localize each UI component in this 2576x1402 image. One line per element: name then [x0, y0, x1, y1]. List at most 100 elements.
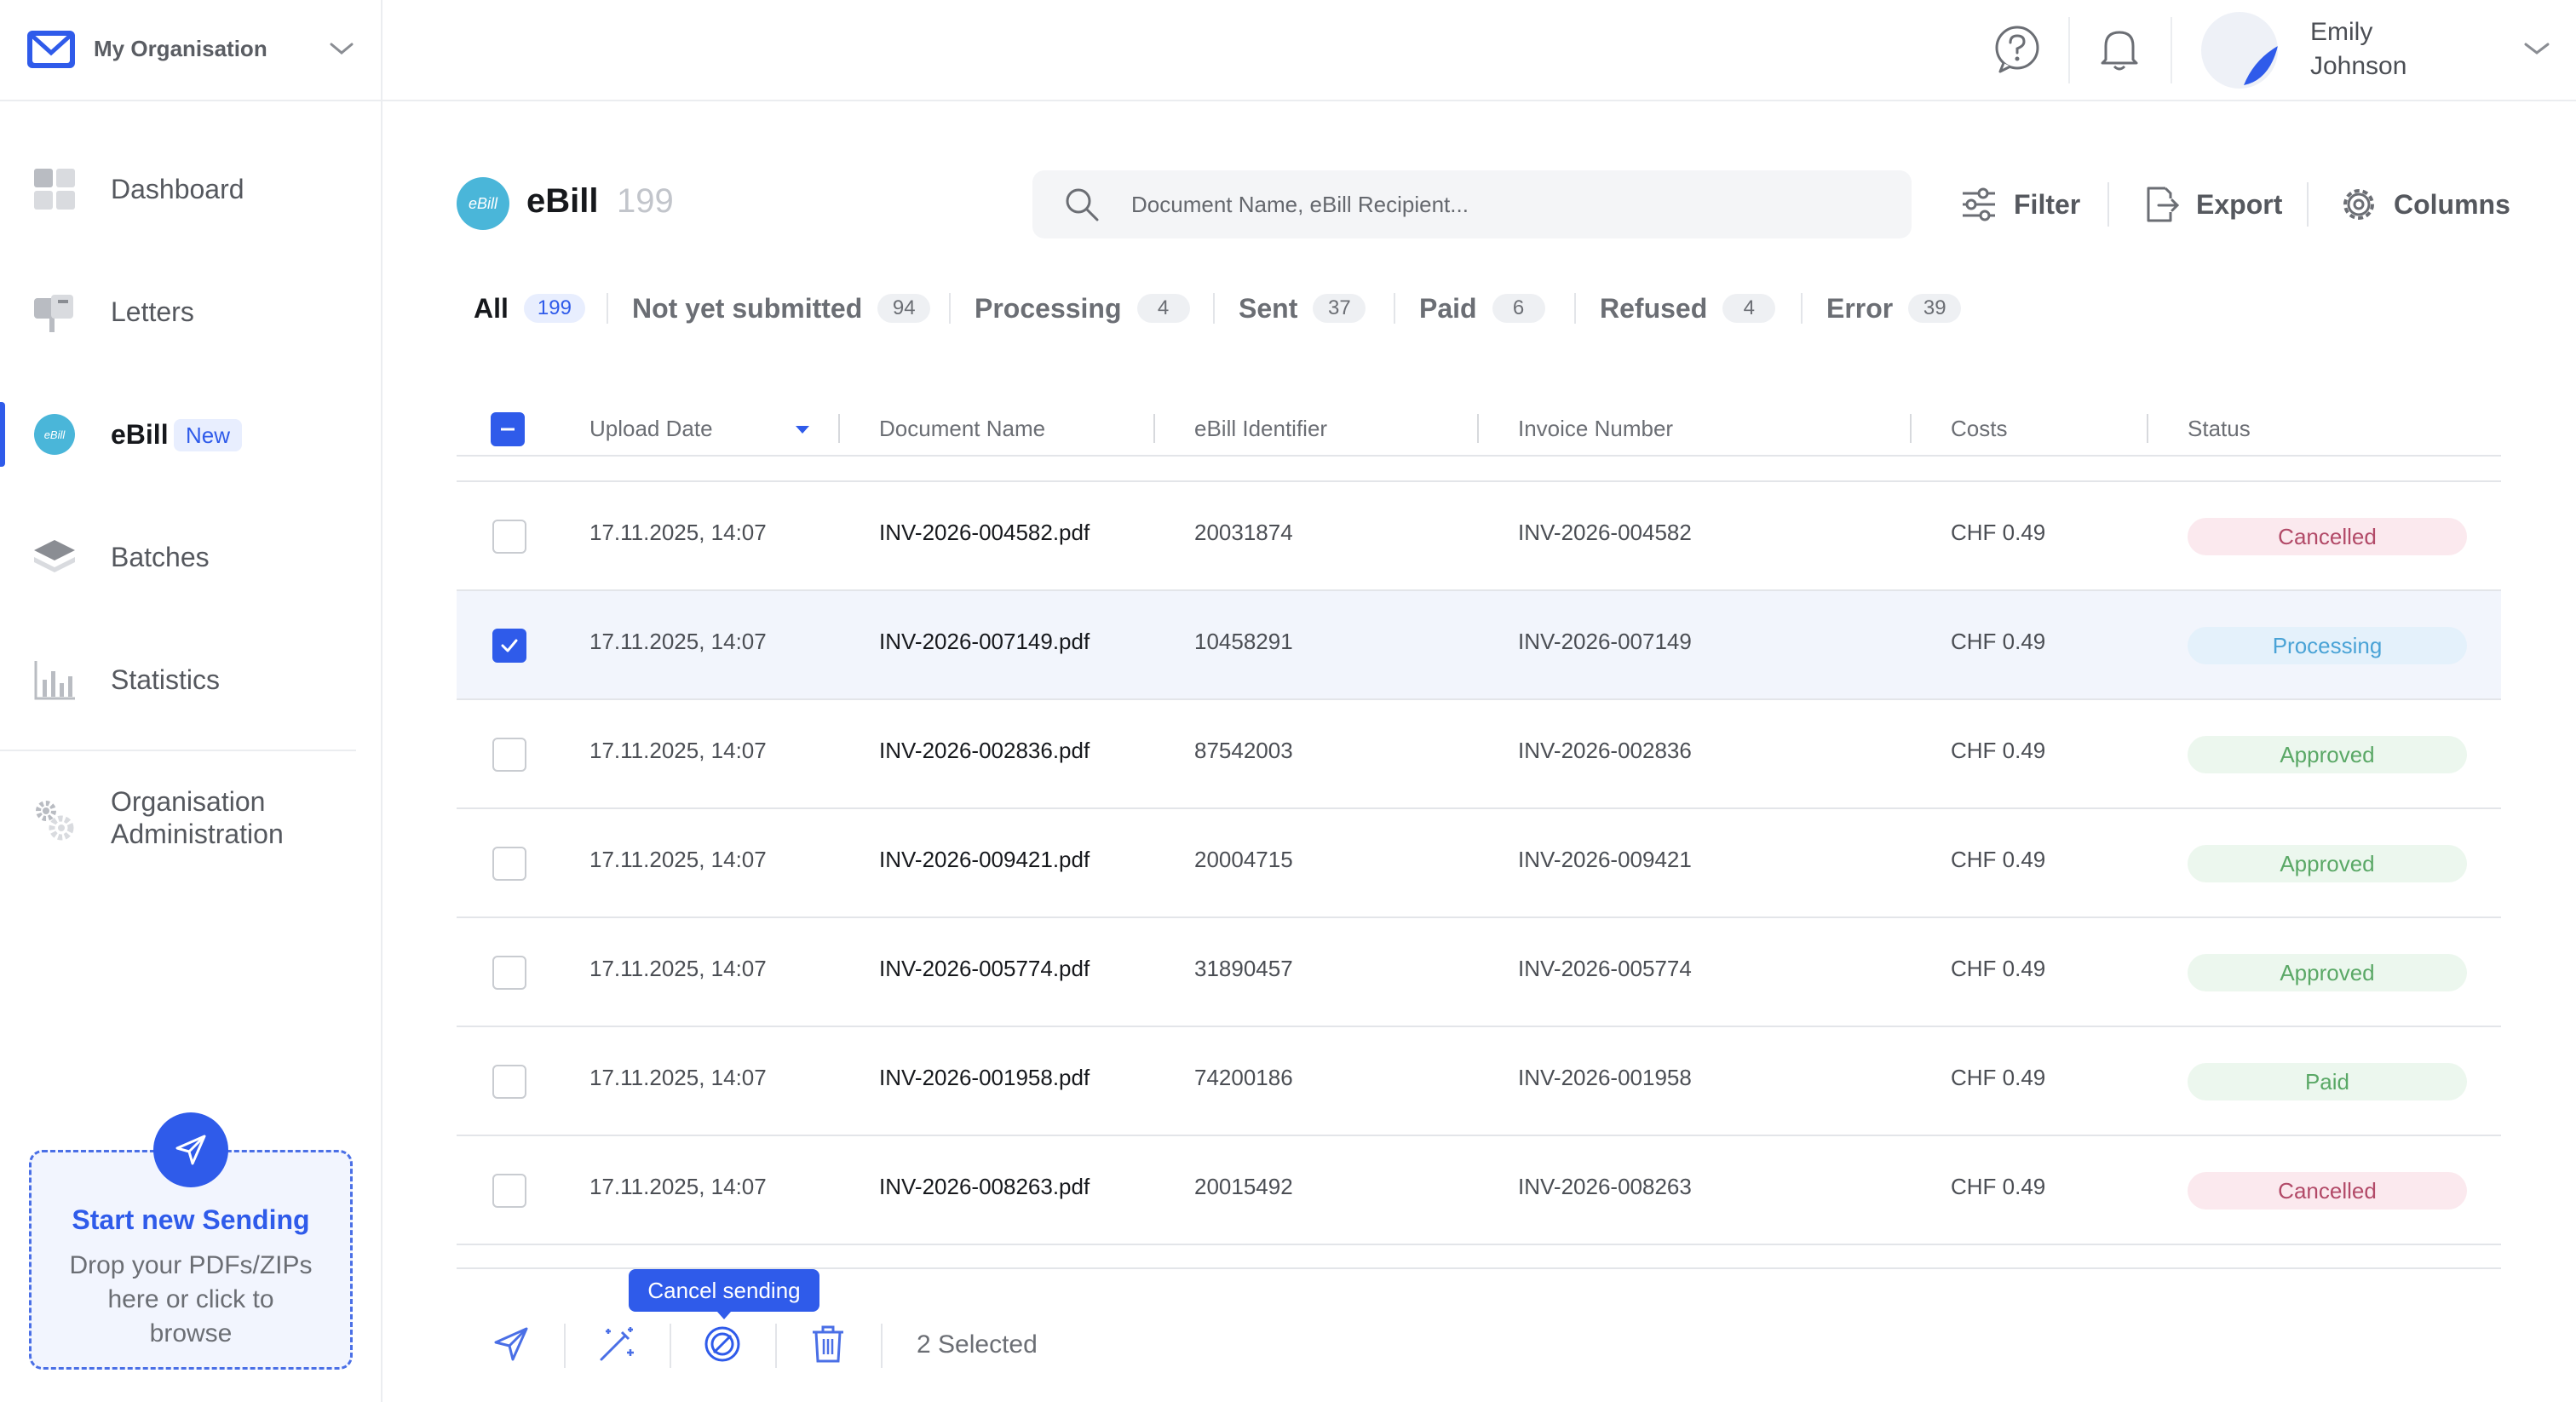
send-selected-button[interactable] — [487, 1320, 535, 1368]
row-checkbox[interactable] — [492, 956, 526, 990]
tab-not-yet-submitted[interactable]: Not yet submitted 94 — [632, 290, 931, 327]
tab-refused[interactable]: Refused 4 — [1600, 290, 1776, 327]
cancel-sending-tooltip: Cancel sending — [629, 1269, 819, 1319]
cell-upload-date: 17.11.2025, 14:07 — [589, 1174, 767, 1199]
table-row[interactable]: 17.11.2025, 14:07 INV-2026-009421.pdf 20… — [457, 809, 2501, 918]
sidebar-item-org-admin[interactable]: Organisation Administration — [111, 785, 366, 850]
column-separator — [1910, 414, 1912, 443]
chevron-down-icon[interactable] — [2523, 39, 2550, 58]
cell-document-name[interactable]: INV-2026-009421.pdf — [879, 847, 1090, 873]
tab-separator — [1574, 293, 1576, 324]
gears-icon — [36, 801, 74, 841]
sidebar-item-batches[interactable]: Batches — [0, 523, 381, 591]
dashboard-icon — [31, 165, 78, 213]
export-button[interactable]: Export — [2142, 179, 2282, 230]
tab-separator — [1394, 293, 1395, 324]
magic-wand-icon — [600, 1327, 634, 1361]
column-separator — [1153, 414, 1155, 443]
minus-icon — [501, 428, 515, 431]
row-checkbox[interactable] — [492, 738, 526, 772]
export-label: Export — [2196, 188, 2283, 220]
cell-invoice-number: INV-2026-004582 — [1518, 520, 1692, 545]
sidebar-item-ebill[interactable]: eBill eBill New — [0, 400, 381, 468]
tab-error[interactable]: Error 39 — [1826, 290, 1962, 327]
cell-document-name[interactable]: INV-2026-002836.pdf — [879, 738, 1090, 764]
bell-icon[interactable] — [2092, 22, 2147, 77]
tab-label: Processing — [975, 292, 1122, 324]
column-header-document-name[interactable]: Document Name — [879, 416, 1045, 442]
org-switcher[interactable]: My Organisation — [0, 0, 382, 101]
row-checkbox[interactable] — [492, 1174, 526, 1208]
sidebar-item-statistics[interactable]: Statistics — [0, 646, 381, 714]
tab-count: 94 — [877, 294, 931, 323]
page-title: eBill — [526, 182, 599, 220]
selected-count: 2 Selected — [917, 1330, 1038, 1359]
column-header-ebill-identifier[interactable]: eBill Identifier — [1194, 416, 1327, 442]
row-checkbox[interactable] — [492, 629, 526, 663]
avatar[interactable] — [2201, 12, 2278, 89]
tab-count: 6 — [1492, 294, 1545, 323]
column-separator — [1477, 414, 1479, 443]
cancel-sending-button[interactable] — [699, 1320, 746, 1368]
cell-ebill-identifier: 31890457 — [1194, 956, 1293, 981]
sort-down-icon[interactable] — [796, 426, 809, 434]
tab-all[interactable]: All 199 — [474, 290, 585, 327]
cell-invoice-number: INV-2026-002836 — [1518, 738, 1692, 763]
toolbar-separator — [2307, 182, 2309, 227]
row-checkbox[interactable] — [492, 847, 526, 881]
cell-document-name[interactable]: INV-2026-005774.pdf — [879, 956, 1090, 982]
sidebar-item-dashboard[interactable]: Dashboard — [0, 155, 381, 223]
column-header-costs[interactable]: Costs — [1951, 416, 2007, 442]
filter-button[interactable]: Filter — [1959, 179, 2080, 230]
table-row[interactable]: 17.11.2025, 14:07 INV-2026-005774.pdf 31… — [457, 918, 2501, 1027]
column-header-invoice-number[interactable]: Invoice Number — [1518, 416, 1673, 442]
table-header: Upload Date Document Name eBill Identifi… — [457, 400, 2501, 457]
layers-icon — [31, 533, 78, 581]
tab-processing[interactable]: Processing 4 — [975, 290, 1190, 327]
cell-document-name[interactable]: INV-2026-004582.pdf — [879, 520, 1090, 546]
table-row[interactable]: 17.11.2025, 14:07 INV-2026-007149.pdf 10… — [457, 591, 2501, 700]
tab-paid[interactable]: Paid 6 — [1419, 290, 1545, 327]
delete-button[interactable] — [804, 1320, 852, 1368]
status-badge: Cancelled — [2188, 1172, 2467, 1210]
user-name[interactable]: Emily Johnson — [2310, 15, 2406, 83]
help-icon[interactable] — [1990, 22, 2044, 77]
start-sending-button[interactable] — [153, 1112, 228, 1187]
row-checkbox[interactable] — [492, 1065, 526, 1099]
tab-sent[interactable]: Sent 37 — [1239, 290, 1366, 327]
checkmark-icon — [501, 639, 518, 652]
cell-upload-date: 17.11.2025, 14:07 — [589, 629, 767, 654]
cell-document-name[interactable]: INV-2026-007149.pdf — [879, 629, 1090, 655]
user-last-name: Johnson — [2310, 52, 2407, 80]
dropzone-subtitle: Drop your PDFs/ZIPs here or click to bro… — [69, 1251, 313, 1347]
cell-costs: CHF 0.49 — [1951, 738, 2046, 763]
table-row[interactable]: 17.11.2025, 14:07 INV-2026-004582.pdf 20… — [457, 482, 2501, 591]
cell-ebill-identifier: 87542003 — [1194, 738, 1293, 763]
table-row[interactable]: 17.11.2025, 14:07 INV-2026-008263.pdf 20… — [457, 1136, 2501, 1245]
search-input[interactable] — [1131, 170, 1881, 238]
cell-ebill-identifier: 20004715 — [1194, 847, 1293, 872]
tab-count: 4 — [1722, 294, 1776, 323]
toolbar-separator — [2107, 182, 2109, 227]
sidebar-item-label: eBill — [111, 418, 169, 450]
cell-costs: CHF 0.49 — [1951, 847, 2046, 872]
row-checkbox[interactable] — [492, 520, 526, 554]
column-header-upload-date[interactable]: Upload Date — [589, 416, 713, 442]
sidebar-item-label: Dashboard — [111, 173, 244, 204]
magic-wand-button[interactable] — [593, 1320, 641, 1368]
select-all-checkbox[interactable] — [491, 412, 525, 446]
send-icon — [175, 1135, 206, 1165]
column-header-status[interactable]: Status — [2188, 416, 2251, 442]
cell-upload-date: 17.11.2025, 14:07 — [589, 956, 767, 981]
table-row[interactable]: 17.11.2025, 14:07 INV-2026-001958.pdf 74… — [457, 1027, 2501, 1136]
cell-document-name[interactable]: INV-2026-001958.pdf — [879, 1065, 1090, 1091]
chevron-down-icon[interactable] — [329, 39, 354, 58]
cell-document-name[interactable]: INV-2026-008263.pdf — [879, 1174, 1090, 1200]
cell-ebill-identifier: 74200186 — [1194, 1065, 1293, 1090]
table-row[interactable]: 17.11.2025, 14:07 INV-2026-002836.pdf 87… — [457, 700, 2501, 809]
tab-separator — [949, 293, 951, 324]
cell-invoice-number: INV-2026-001958 — [1518, 1065, 1692, 1090]
sidebar-item-letters[interactable]: Letters — [0, 278, 381, 346]
columns-button[interactable]: Columns — [2339, 179, 2510, 230]
cancel-circle-icon — [704, 1326, 740, 1362]
